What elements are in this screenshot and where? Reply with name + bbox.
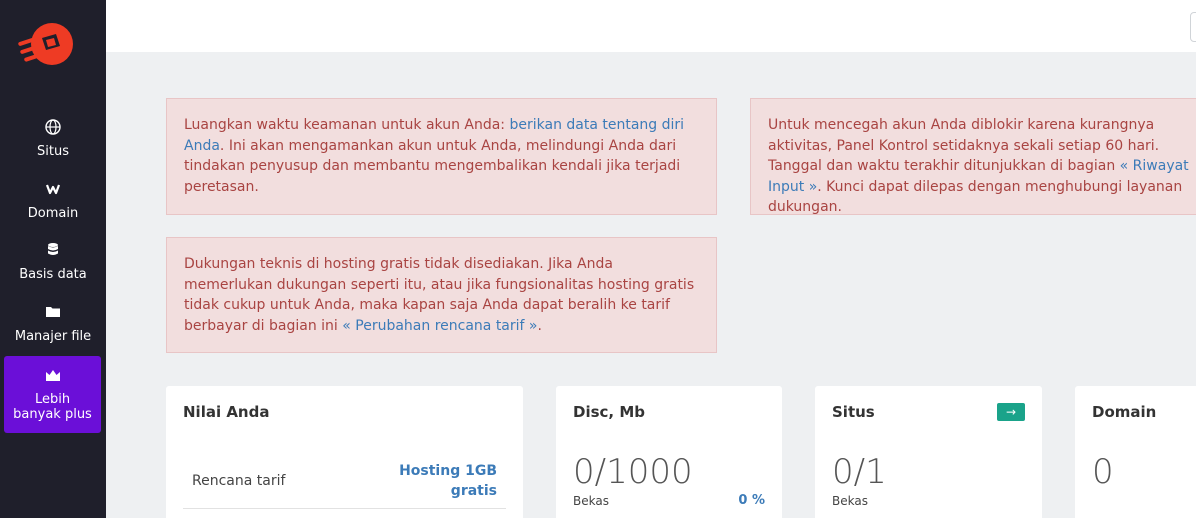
plan-row-label: Rencana tarif bbox=[192, 473, 286, 489]
alert-activity: Untuk mencegah akun Anda diblokir karena… bbox=[750, 98, 1196, 215]
logo[interactable] bbox=[16, 22, 76, 68]
domains-value: 0 bbox=[1092, 452, 1114, 492]
w-icon bbox=[0, 180, 106, 200]
plan-row-value[interactable]: Hosting 1GB gratis bbox=[399, 461, 497, 501]
divider bbox=[183, 508, 506, 509]
sidebar-item-label: Domain bbox=[27, 206, 79, 221]
plan-value-line2: gratis bbox=[450, 483, 497, 499]
rocket-logo-icon bbox=[18, 23, 73, 65]
sidebar-item-label: Basis data bbox=[19, 267, 87, 282]
used-label: Bekas bbox=[573, 494, 609, 508]
crown-icon bbox=[4, 368, 101, 384]
folder-icon bbox=[0, 303, 106, 323]
globe-icon bbox=[0, 118, 106, 138]
card-title: Situs bbox=[832, 403, 875, 421]
database-icon bbox=[0, 241, 106, 261]
alert-text: Untuk mencegah akun Anda diblokir karena… bbox=[768, 117, 1160, 174]
alert-text: Luangkan waktu keamanan untuk akun Anda: bbox=[184, 117, 510, 133]
sidebar-item-situs[interactable]: Situs bbox=[0, 118, 106, 159]
card-title: Nilai Anda bbox=[183, 403, 270, 421]
alert-support: Dukungan teknis di hosting gratis tidak … bbox=[166, 237, 717, 353]
card-sites: Situs → 0/1 Bekas bbox=[815, 386, 1042, 518]
go-to-sites-arrow-icon[interactable]: → bbox=[997, 403, 1025, 421]
card-title: Domain bbox=[1092, 403, 1157, 421]
alert-security: Luangkan waktu keamanan untuk akun Anda:… bbox=[166, 98, 717, 215]
top-bar bbox=[106, 0, 1196, 52]
more-plus-button[interactable]: Lebih banyak plus bbox=[4, 356, 101, 433]
alert-text: . Ini akan mengamankan akun untuk Anda, … bbox=[184, 137, 681, 195]
used-label: Bekas bbox=[832, 494, 868, 508]
card-domains: Domain 0 bbox=[1075, 386, 1196, 518]
change-plan-link[interactable]: « Perubahan rencana tarif » bbox=[342, 318, 537, 334]
sidebar-item-basis-data[interactable]: Basis data bbox=[0, 241, 106, 282]
disk-usage-percent: 0 % bbox=[738, 493, 765, 508]
alert-text: . bbox=[537, 317, 542, 334]
sidebar-item-label: Manajer file bbox=[14, 329, 92, 344]
card-plan: Nilai Anda Rencana tarif Hosting 1GB gra… bbox=[166, 386, 523, 518]
disk-usage-value: 0/1000 bbox=[573, 452, 693, 492]
plan-value-line1: Hosting 1GB bbox=[399, 463, 497, 479]
plus-label-line2: banyak plus bbox=[13, 407, 92, 422]
sidebar-item-label: Situs bbox=[37, 144, 69, 159]
sidebar: Situs Domain Basis data Manajer file Leb… bbox=[0, 0, 106, 518]
card-title: Disc, Mb bbox=[573, 403, 645, 421]
topbar-button[interactable] bbox=[1190, 12, 1196, 42]
plus-label-line1: Lebih bbox=[34, 392, 71, 407]
sidebar-item-domain[interactable]: Domain bbox=[0, 180, 106, 221]
sidebar-item-manajer-file[interactable]: Manajer file bbox=[0, 303, 106, 344]
card-disk: Disc, Mb 0/1000 Bekas 0 % bbox=[556, 386, 782, 518]
sites-usage-value: 0/1 bbox=[832, 452, 887, 492]
alert-text: . Kunci dapat dilepas dengan menghubungi… bbox=[768, 178, 1183, 216]
